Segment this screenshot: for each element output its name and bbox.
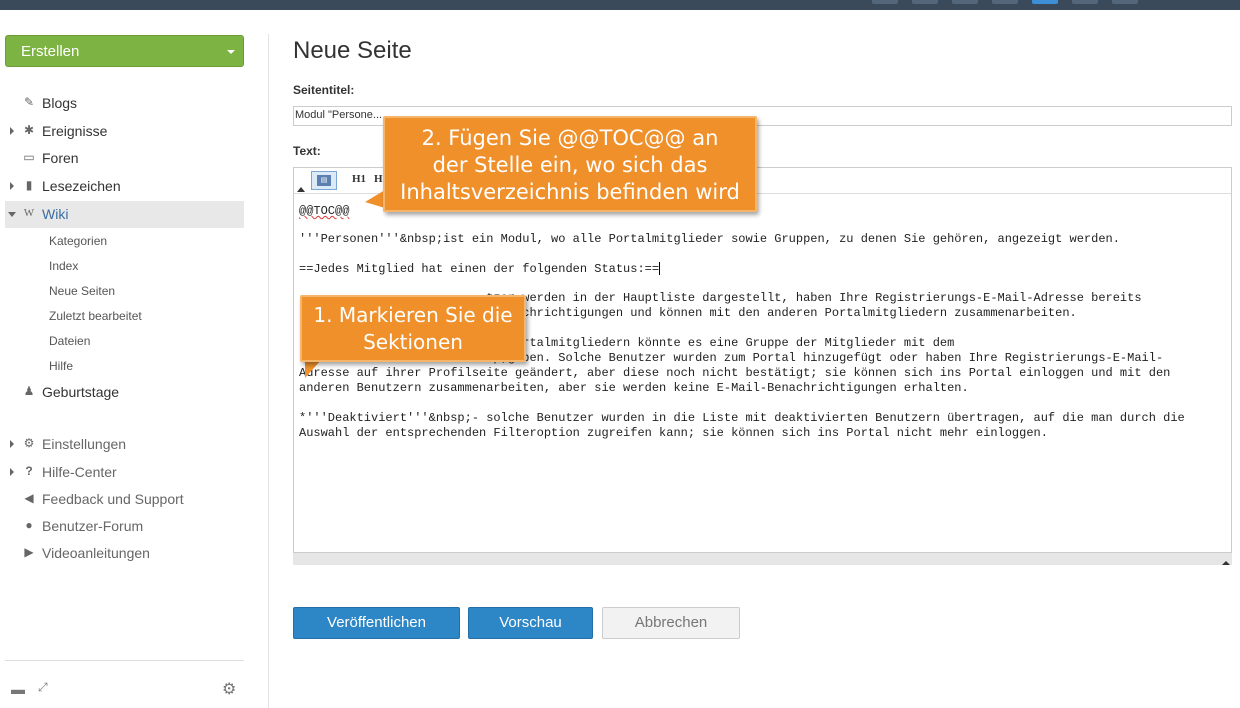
create-button-label: Erstellen (21, 43, 80, 60)
chevron-right-icon[interactable] (10, 127, 14, 135)
callout-pointer (305, 360, 321, 378)
pin-icon: ✱ (23, 123, 35, 137)
wiki-sub-hilfe[interactable]: Hilfe (49, 359, 73, 373)
sidebar-divider (268, 34, 269, 708)
gear-icon[interactable]: ⚙ (222, 679, 236, 699)
top-bar (0, 0, 1240, 10)
source-icon: ▤ (317, 175, 331, 186)
sidebar-item-label: Hilfe-Center (42, 464, 117, 480)
users-icon: ♟ (23, 384, 35, 398)
wiki-sub-zuletzt-bearbeitet[interactable]: Zuletzt bearbeitet (49, 309, 142, 323)
chevron-right-icon[interactable] (10, 468, 14, 476)
editor-line: *'''Deaktiviert'''&nbsp;- solche Benutze… (299, 411, 1185, 425)
topbar-button[interactable] (912, 0, 938, 4)
heading1-button[interactable]: H1 (352, 173, 366, 185)
source-mode-button[interactable]: ▤ (311, 171, 337, 190)
publish-button[interactable]: Veröffentlichen (293, 607, 460, 639)
expand-icon[interactable]: ⤢ (38, 680, 48, 695)
sidebar-item-lesezeichen[interactable]: ▮ Lesezeichen (5, 173, 244, 200)
section-heading-text: ==Jedes Mitglied hat einen der folgenden… (299, 262, 660, 276)
tutorial-callout-sections: 1. Markieren Sie die Sektionen (300, 295, 526, 362)
sidebar-item-ereignisse[interactable]: ✱ Ereignisse (5, 118, 244, 145)
topbar-button[interactable] (1072, 0, 1098, 4)
topbar-button[interactable] (872, 0, 898, 4)
heading2-button[interactable]: H (374, 173, 383, 185)
text-cursor (659, 262, 661, 276)
wiki-sub-index[interactable]: Index (49, 259, 78, 273)
sidebar-item-label: Benutzer-Forum (42, 518, 144, 534)
chevron-down-icon (227, 50, 235, 54)
editor-line: ==Jedes Mitglied hat einen der folgenden… (299, 262, 661, 277)
editor-line: @@TOC@@ (299, 204, 349, 219)
editor-line: Auswahl der entsprechenden Filteroption … (299, 426, 1048, 440)
text-label: Text: (293, 144, 321, 158)
topbar-button[interactable] (1032, 0, 1058, 4)
editor-line: '''Personen'''&nbsp;ist ein Modul, wo al… (299, 232, 1120, 246)
sidebar-item-label: Ereignisse (42, 123, 108, 139)
sidebar-footer-divider (5, 660, 244, 661)
callout-text: Inhaltsverzeichnis befinden wird (400, 180, 740, 204)
sidebar-item-einstellungen[interactable]: ⚙ Einstellungen (5, 431, 244, 458)
sidebar-item-label: Wiki (42, 206, 69, 222)
topbar-button[interactable] (952, 0, 978, 4)
sidebar-item-hilfe-center[interactable]: ? Hilfe-Center (5, 459, 244, 486)
sidebar-item-label: Feedback und Support (42, 491, 184, 507)
wiki-sub-dateien[interactable]: Dateien (49, 334, 90, 348)
sidebar-item-wiki[interactable]: W Wiki (5, 201, 244, 228)
callout-text: der Stelle ein, wo sich das (432, 153, 708, 177)
chevron-down-icon[interactable] (8, 212, 16, 217)
editor-line: Adresse auf ihrer Profilseite geändert, … (299, 366, 1171, 380)
topbar-button[interactable] (1112, 0, 1138, 4)
sidebar-item-foren[interactable]: ▭ Foren (5, 145, 244, 172)
sidebar-item-geburtstage[interactable]: ♟ Geburtstage (5, 379, 244, 406)
page-title-label: Seitentitel: (293, 83, 355, 97)
wiki-sub-kategorien[interactable]: Kategorien (49, 234, 107, 248)
chevron-right-icon[interactable] (10, 440, 14, 448)
sidebar-item-benutzer-forum[interactable]: ● Benutzer-Forum (5, 513, 244, 540)
megaphone-icon: ◀ (24, 491, 34, 505)
wiki-icon: W (23, 207, 35, 219)
sidebar-item-label: Lesezeichen (42, 178, 121, 194)
edit-icon: ✎ (23, 95, 35, 109)
sidebar-item-label: Blogs (42, 95, 78, 111)
preview-button[interactable]: Vorschau (468, 607, 593, 639)
bookmark-icon: ▮ (25, 178, 33, 192)
chevron-right-icon[interactable] (10, 182, 14, 190)
page-title: Neue Seite (293, 37, 412, 64)
callout-pointer (365, 190, 385, 208)
callout-text: 2. Fügen Sie @@TOC@@ an (421, 126, 719, 150)
sidebar-item-blogs[interactable]: ✎ Blogs (5, 90, 244, 117)
sidebar-item-label: Foren (42, 150, 79, 166)
toc-marker: @@TOC@@ (299, 204, 350, 218)
sidebar-item-label: Videoanleitungen (42, 545, 150, 561)
sidebar-item-videoanleitungen[interactable]: ▶ Videoanleitungen (5, 540, 244, 567)
tutorial-callout-toc: 2. Fügen Sie @@TOC@@ an der Stelle ein, … (383, 116, 757, 212)
video-play-icon: ▶ (24, 545, 34, 559)
comment-icon: ▭ (23, 150, 35, 164)
create-button[interactable]: Erstellen (5, 35, 244, 67)
callout-text: Sektionen (363, 330, 463, 354)
sidebar-item-label: Einstellungen (42, 436, 127, 452)
speech-bubble-icon: ● (25, 518, 33, 532)
topbar-button[interactable] (992, 0, 1018, 4)
editor-resize-bar[interactable] (293, 553, 1232, 565)
editor-line: anderen Benutzern zusammenarbeiten, aber… (299, 381, 969, 395)
callout-text: 1. Markieren Sie die (313, 303, 513, 327)
sidebar-item-feedback[interactable]: ◀ Feedback und Support (5, 486, 244, 513)
toolbar-collapse-icon[interactable] (297, 187, 305, 192)
sidebar-item-label: Geburtstage (42, 384, 120, 400)
wiki-sub-neue-seiten[interactable]: Neue Seiten (49, 284, 115, 298)
gear-icon: ⚙ (23, 436, 35, 450)
resize-icon[interactable] (1222, 561, 1230, 565)
question-icon: ? (25, 464, 33, 478)
cancel-button[interactable]: Abbrechen (602, 607, 740, 639)
chat-icon[interactable]: ▬ (11, 681, 25, 697)
